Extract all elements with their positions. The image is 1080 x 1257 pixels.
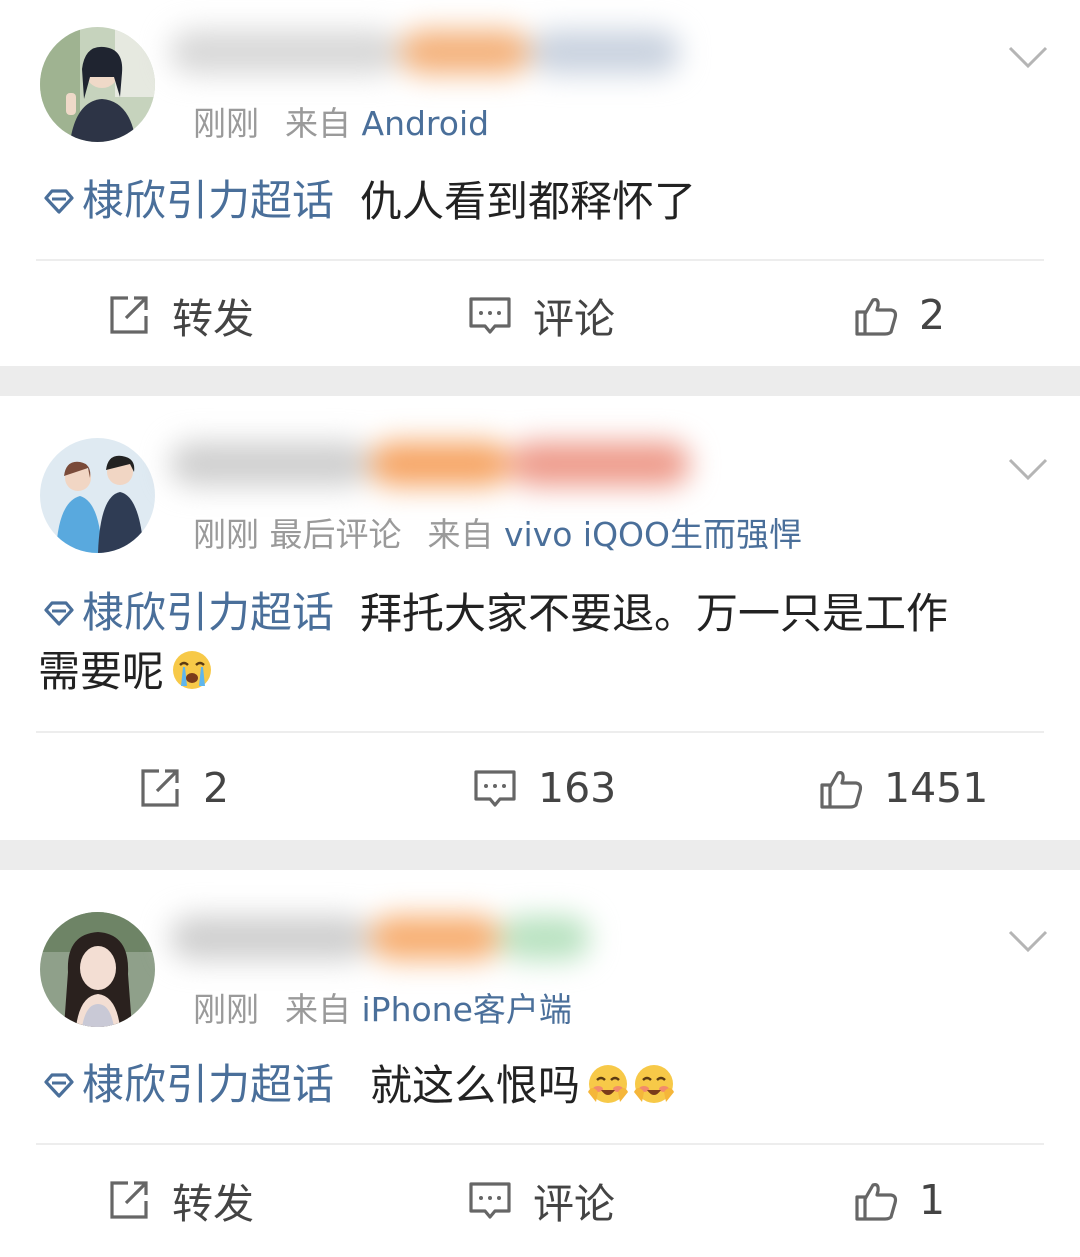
post-source[interactable]: Android — [362, 104, 490, 143]
thumbs-up-icon — [820, 771, 863, 809]
post-source[interactable]: iPhone客户端 — [362, 990, 572, 1029]
comment-label: 评论 — [533, 1180, 615, 1228]
supertopic-link[interactable]: 棣欣引力超话 — [38, 584, 334, 642]
thumbs-up-icon — [855, 298, 898, 336]
comment-button[interactable]: 评论 — [467, 1150, 615, 1250]
repost-count: 2 — [203, 764, 230, 812]
feed-separator — [0, 840, 1080, 870]
post-content: 棣欣引力超话 就这么恨吗 — [38, 1056, 1040, 1115]
divider — [36, 259, 1044, 261]
comment-icon — [474, 770, 516, 807]
comment-button[interactable]: 163 — [472, 738, 616, 838]
like-button[interactable]: 2 — [853, 265, 945, 365]
crying-face-icon — [170, 648, 214, 692]
username-blurred[interactable] — [170, 22, 730, 82]
from-label: 来自 — [427, 515, 494, 554]
post-source[interactable]: vivo iQOO生而强悍 — [504, 515, 802, 554]
post-meta: 刚刚 来自 iPhone客户端 — [193, 983, 572, 1031]
comment-icon — [469, 297, 511, 334]
post-content: 棣欣引力超话 拜托大家不要退。万一只是工作 需要呢 — [38, 584, 1040, 701]
comment-label: 评论 — [533, 295, 615, 343]
post-text: 仇人看到都释怀了 — [360, 177, 697, 226]
repost-label: 转发 — [172, 295, 254, 343]
chevron-down-icon[interactable] — [1006, 454, 1050, 484]
username-blurred[interactable] — [170, 434, 730, 494]
like-button[interactable]: 1 — [853, 1150, 945, 1250]
chevron-down-icon[interactable] — [1006, 42, 1050, 72]
avatar[interactable] — [40, 438, 155, 553]
post-text: 就这么恨吗 — [370, 1061, 581, 1110]
like-count: 1451 — [884, 764, 989, 812]
repost-icon — [110, 1181, 148, 1219]
action-bar: 转发 评论 2 — [0, 265, 1080, 365]
repost-icon — [110, 296, 148, 334]
comment-icon — [469, 1182, 511, 1219]
comment-count: 163 — [538, 764, 617, 812]
repost-button[interactable]: 转发 — [106, 265, 254, 365]
diamond-icon — [38, 1070, 80, 1100]
blushing-face-icon — [586, 1062, 630, 1106]
from-label: 来自 — [285, 990, 351, 1029]
action-bar: 2 163 1451 — [0, 738, 1080, 838]
post-meta: 刚刚 来自 Android — [193, 97, 489, 145]
weibo-comment-feed: 刚刚 来自 Android 棣欣引力超话 仇人看到都释怀了 转发 评论 2 刚刚… — [0, 0, 1080, 1257]
divider — [36, 731, 1044, 733]
repost-label: 转发 — [172, 1180, 254, 1228]
post-card: 刚刚 来自 iPhone客户端 棣欣引力超话 就这么恨吗 转发 评论 1 — [0, 870, 1080, 1257]
post-card: 刚刚 最后评论 来自 vivo iQOO生而强悍 棣欣引力超话 拜托大家不要退。万一… — [0, 396, 1080, 840]
supertopic-link[interactable]: 棣欣引力超话 — [38, 172, 334, 230]
diamond-icon — [38, 598, 80, 628]
post-time: 刚刚 — [193, 515, 259, 554]
chevron-down-icon[interactable] — [1006, 926, 1050, 956]
repost-icon — [141, 769, 179, 807]
from-label: 来自 — [285, 104, 351, 143]
post-time: 刚刚 — [193, 104, 259, 143]
last-comment-label: 最后评论 — [269, 515, 402, 554]
blushing-face-icon — [632, 1062, 676, 1106]
topic-label: 棣欣引力超话 — [82, 176, 335, 225]
avatar[interactable] — [40, 912, 155, 1027]
repost-button[interactable]: 转发 — [106, 1150, 254, 1250]
avatar[interactable] — [40, 27, 155, 142]
action-bar: 转发 评论 1 — [0, 1150, 1080, 1250]
divider — [36, 1143, 1044, 1145]
like-count: 1 — [919, 1176, 946, 1224]
topic-label: 棣欣引力超话 — [82, 588, 335, 637]
post-meta: 刚刚 最后评论 来自 vivo iQOO生而强悍 — [193, 508, 802, 556]
diamond-icon — [38, 186, 80, 216]
username-blurred[interactable] — [170, 908, 730, 968]
post-text-continued: 需要呢 — [38, 647, 165, 696]
post-card: 刚刚 来自 Android 棣欣引力超话 仇人看到都释怀了 转发 评论 2 — [0, 0, 1080, 366]
comment-button[interactable]: 评论 — [467, 265, 615, 365]
post-text: 拜托大家不要退。万一只是工作 — [360, 589, 949, 638]
repost-button[interactable]: 2 — [137, 738, 229, 838]
post-time: 刚刚 — [193, 990, 259, 1029]
post-content: 棣欣引力超话 仇人看到都释怀了 — [38, 172, 1040, 231]
feed-separator — [0, 366, 1080, 396]
supertopic-link[interactable]: 棣欣引力超话 — [38, 1056, 334, 1114]
like-button[interactable]: 1451 — [818, 738, 988, 838]
thumbs-up-icon — [855, 1183, 898, 1221]
like-count: 2 — [919, 291, 946, 339]
topic-label: 棣欣引力超话 — [82, 1060, 335, 1109]
